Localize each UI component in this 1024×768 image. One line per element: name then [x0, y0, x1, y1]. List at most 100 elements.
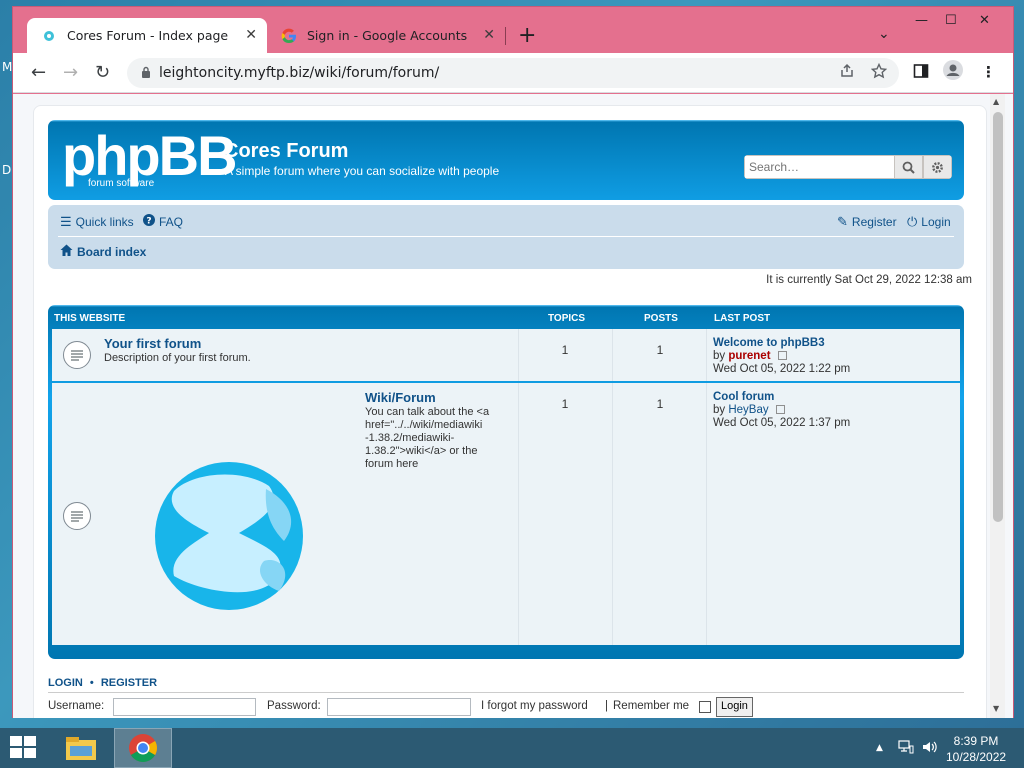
tab-search-chevron-icon[interactable]: ⌄	[878, 26, 890, 42]
forum-title-link[interactable]: Your first forum	[104, 336, 201, 351]
tab-close-icon[interactable]: ✕	[245, 27, 257, 43]
phpbb-logo[interactable]: phpBB forum software	[62, 128, 238, 190]
view-latest-post-icon[interactable]	[777, 351, 787, 361]
login-header-bullet: •	[89, 677, 94, 689]
header-topics: TOPICS	[548, 313, 586, 324]
forums-table-header: THIS WEBSITE TOPICS POSTS LAST POST	[52, 305, 960, 329]
forum-description-line: href="../../wiki/mediawiki	[365, 419, 483, 431]
forum-posts-count: 1	[656, 397, 664, 411]
chrome-taskbar-icon[interactable]	[114, 728, 172, 768]
network-icon[interactable]	[898, 740, 914, 757]
search-box	[744, 155, 952, 179]
page-wrap: phpBB forum software Cores Forum A simpl…	[33, 105, 987, 718]
side-panel-icon[interactable]	[913, 63, 929, 83]
view-latest-post-icon[interactable]	[775, 405, 785, 415]
bookmark-star-icon[interactable]	[870, 62, 888, 83]
more-menu-icon[interactable]: ⋮	[981, 63, 996, 81]
forum-description: Description of your first forum.	[104, 352, 251, 364]
address-bar[interactable]: leightoncity.myftp.biz/wiki/forum/forum/	[127, 58, 899, 88]
site-header: phpBB forum software Cores Forum A simpl…	[48, 120, 964, 200]
maximize-button[interactable]: ☐	[945, 13, 957, 28]
forum-description-line: 1.38.2">wiki</a> or the	[365, 445, 478, 457]
last-post-date: Wed Oct 05, 2022 1:37 pm	[713, 417, 851, 429]
quick-links-menu[interactable]: ☰ Quick links	[60, 214, 134, 230]
tab-separator	[505, 27, 506, 45]
browser-window: Cores Forum - Index page ✕ Sign in - Goo…	[12, 6, 1014, 718]
google-favicon-icon	[281, 28, 297, 44]
file-explorer-icon[interactable]	[52, 728, 110, 768]
svg-text:?: ?	[146, 217, 151, 227]
remember-me-label: Remember me	[613, 700, 690, 712]
back-button[interactable]: ←	[31, 62, 46, 83]
login-label: Login	[921, 215, 951, 229]
login-submit-button[interactable]: Login	[716, 697, 753, 717]
forgot-password-link[interactable]: I forgot my password	[481, 700, 588, 712]
forum-globe-image	[155, 462, 303, 610]
cell-divider	[706, 383, 707, 645]
password-input[interactable]	[327, 698, 471, 716]
forum-description-line: You can talk about the <a	[365, 406, 490, 418]
current-datetime: It is currently Sat Oct 29, 2022 12:38 a…	[766, 274, 972, 286]
reload-button[interactable]: ↻	[95, 62, 110, 83]
tab-close-icon[interactable]: ✕	[483, 27, 495, 43]
register-link[interactable]: ✎ Register	[837, 214, 897, 230]
taskbar-clock[interactable]: 8:39 PM 10/28/2022	[946, 733, 1006, 765]
last-post-author-link[interactable]: HeyBay	[728, 404, 768, 416]
username-input[interactable]	[113, 698, 256, 716]
url-text: leightoncity.myftp.biz/wiki/forum/forum/	[159, 65, 440, 81]
username-label: Username:	[48, 700, 105, 712]
last-post-author-link[interactable]: purenet	[728, 350, 770, 362]
last-post-title-link[interactable]: Cool forum	[713, 391, 774, 403]
edit-icon: ✎	[837, 214, 848, 229]
header-posts: POSTS	[644, 313, 678, 324]
forum-topics-count: 1	[561, 343, 569, 357]
board-index-link[interactable]: Board index	[60, 244, 146, 259]
scroll-up-arrow-icon[interactable]: ▲	[993, 97, 999, 106]
tab-strip: Cores Forum - Index page ✕ Sign in - Goo…	[13, 7, 1013, 53]
scroll-down-arrow-icon[interactable]: ▼	[993, 704, 999, 713]
forward-button[interactable]: →	[63, 62, 78, 83]
cell-divider	[612, 329, 613, 381]
gear-icon[interactable]	[923, 155, 952, 179]
login-header: LOGIN • REGISTER	[48, 677, 964, 693]
search-icon[interactable]	[894, 155, 923, 179]
tab-google-signin[interactable]: Sign in - Google Accounts ✕	[267, 18, 505, 53]
forum-title-link[interactable]: Wiki/Forum	[365, 390, 436, 405]
tray-expand-icon[interactable]: ▲	[876, 743, 883, 753]
header-category: THIS WEBSITE	[54, 313, 126, 324]
page-viewport: phpBB forum software Cores Forum A simpl…	[13, 94, 1013, 718]
last-post-title-link[interactable]: Welcome to phpBB3	[713, 337, 825, 349]
share-icon[interactable]	[839, 63, 855, 83]
hamburger-icon: ☰	[60, 214, 72, 229]
login-header-link[interactable]: LOGIN	[48, 677, 83, 689]
remember-me-checkbox[interactable]	[699, 701, 711, 713]
board-index-label: Board index	[77, 244, 147, 259]
minimize-button[interactable]: —	[915, 13, 928, 28]
site-description: A simple forum where you can socialize w…	[225, 164, 500, 178]
phpbb-favicon-icon	[41, 28, 57, 44]
volume-icon[interactable]	[922, 740, 938, 757]
forum-read-icon	[63, 502, 91, 530]
close-window-button[interactable]: ✕	[979, 13, 990, 28]
new-tab-button[interactable]: +	[518, 23, 536, 48]
page-scrollbar[interactable]: ▲ ▼	[990, 94, 1005, 718]
header-last-post: LAST POST	[714, 313, 771, 324]
faq-link[interactable]: ? FAQ	[143, 214, 183, 229]
profile-avatar-icon[interactable]	[943, 60, 963, 84]
tab-title: Cores Forum - Index page	[67, 28, 229, 43]
last-post-author-line: by HeyBay	[713, 404, 785, 416]
navbar-divider	[58, 236, 954, 237]
navbar: ☰ Quick links ? FAQ ✎ Register ⏻ Login B…	[48, 205, 964, 269]
login-link[interactable]: ⏻ Login	[907, 214, 951, 230]
windows-start-icon[interactable]	[10, 736, 38, 760]
register-header-link[interactable]: REGISTER	[101, 677, 157, 689]
forum-description-line: forum here	[365, 458, 419, 470]
lock-icon	[141, 66, 151, 81]
scroll-thumb[interactable]	[993, 112, 1003, 522]
search-input[interactable]	[744, 155, 894, 179]
cell-divider	[518, 329, 519, 381]
clock-time: 8:39 PM	[953, 734, 999, 748]
taskbar: ▲ 8:39 PM 10/28/2022	[0, 728, 1024, 768]
cell-divider	[612, 383, 613, 645]
tab-cores-forum[interactable]: Cores Forum - Index page ✕	[27, 18, 267, 53]
